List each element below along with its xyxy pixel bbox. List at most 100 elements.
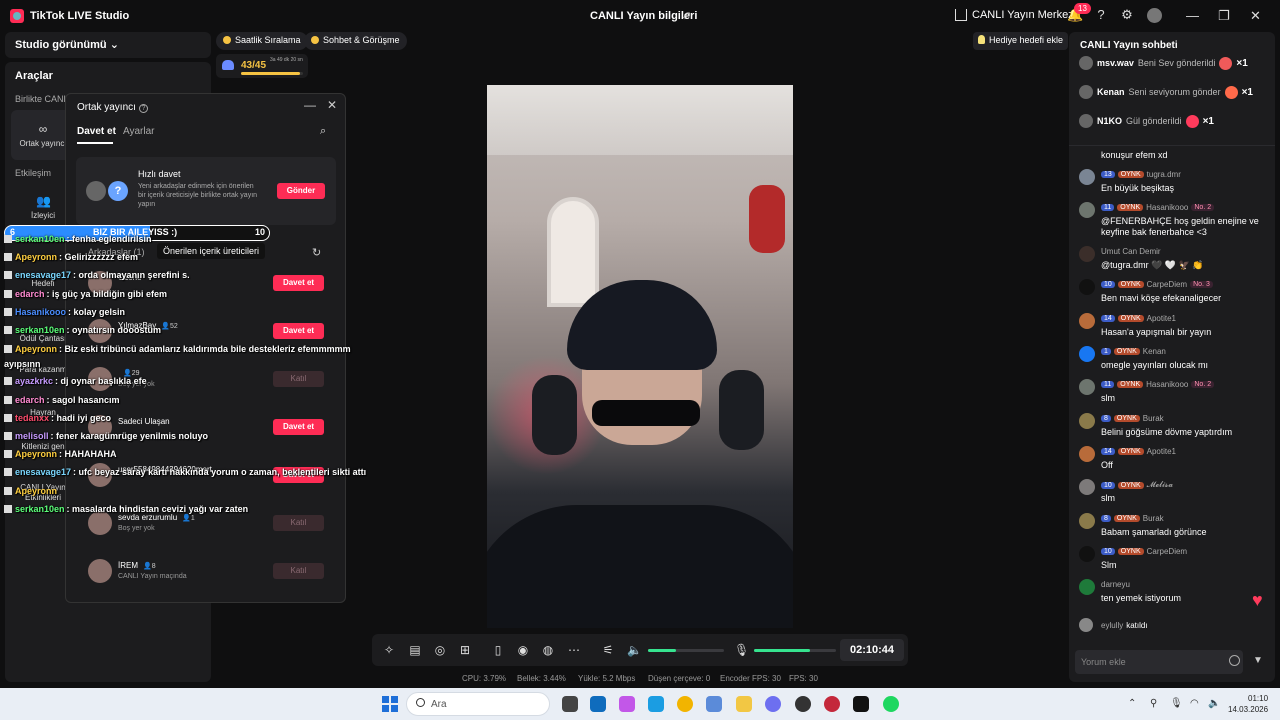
- outlook-icon[interactable]: [590, 696, 606, 712]
- media-app-icon[interactable]: [824, 696, 840, 712]
- task-view-icon[interactable]: [562, 696, 578, 712]
- gift-goal-button[interactable]: Hediye hedefi ekle: [973, 32, 1069, 50]
- microphone-icon[interactable]: 🎙: [734, 643, 749, 657]
- refresh-icon[interactable]: ↻: [312, 246, 321, 259]
- studio-view-dropdown[interactable]: Studio görünümü ⌄: [5, 32, 211, 58]
- live-center-link[interactable]: CANLI Yayın Merkezi: [955, 9, 1076, 21]
- chat-username: CarpeDiem: [1146, 547, 1188, 556]
- emoji-icon[interactable]: [1229, 655, 1240, 666]
- help-icon[interactable]: ?: [138, 104, 148, 113]
- quick-invite-title: Hızlı davet: [138, 169, 181, 179]
- overlay-message: ayıpsınn: [4, 359, 41, 369]
- chrome-icon[interactable]: [677, 696, 693, 712]
- file-explorer-icon[interactable]: [736, 696, 752, 712]
- copilot-icon[interactable]: [619, 696, 635, 712]
- chat-username: Kenan: [1142, 347, 1166, 356]
- edge-icon[interactable]: [648, 696, 664, 712]
- mixer-icon[interactable]: ⚟: [601, 643, 615, 657]
- volume-tray-icon[interactable]: 🔈: [1208, 698, 1220, 709]
- joined-username: eylully: [1101, 621, 1124, 630]
- more-icon[interactable]: ⋯: [567, 643, 581, 657]
- system-clock[interactable]: 01:10 14.03.2026: [1228, 693, 1268, 715]
- magic-wand-icon[interactable]: ✧: [382, 643, 396, 657]
- hourly-ranking-pill[interactable]: Saatlik Sıralama: [216, 32, 308, 50]
- live-video-preview[interactable]: [487, 85, 793, 628]
- settings-app-icon[interactable]: [706, 696, 722, 712]
- share-icon[interactable]: ⇗: [682, 9, 694, 22]
- gift-bag-tool[interactable]: Ödül Çantası: [13, 334, 73, 343]
- gift-row: N1KO Gül gönderildi ×1: [1079, 112, 1214, 130]
- help-icon[interactable]: ?: [1094, 8, 1108, 22]
- effects-icon[interactable]: ◎: [433, 643, 447, 657]
- layout-icon[interactable]: ▤: [408, 643, 422, 657]
- goal-widget[interactable]: 43/45 3a 49 dk 20 sn: [216, 54, 308, 78]
- invite-button[interactable]: Davet et: [273, 419, 324, 435]
- popup-close-icon[interactable]: ✕: [327, 98, 337, 112]
- chat-divider: [1069, 145, 1275, 146]
- overlay-message: : dj oynar başlıkla efe: [55, 376, 147, 386]
- gift-count: ×1: [1236, 57, 1248, 69]
- level-badge: 11: [1101, 204, 1115, 211]
- badge-icon: [4, 468, 12, 476]
- overlay-chat-line: melisoll: fener karagümrüge yenilmis nol…: [4, 431, 208, 441]
- discord-icon[interactable]: [765, 696, 781, 712]
- windows-start-icon[interactable]: [382, 696, 398, 712]
- phone-icon[interactable]: ▯: [491, 643, 505, 657]
- tab-invite[interactable]: Davet et: [77, 126, 116, 137]
- record-icon[interactable]: ◉: [516, 643, 530, 657]
- close-icon[interactable]: ✕: [1250, 8, 1261, 24]
- add-source-icon[interactable]: ⊞: [458, 643, 472, 657]
- gift-count: ×1: [1202, 115, 1214, 127]
- spotify-icon[interactable]: [883, 696, 899, 712]
- list-item-name: Sadeci Ulaşan: [118, 417, 170, 426]
- goal-value: 43/45: [241, 60, 267, 71]
- video-boxing-glove: [749, 185, 785, 253]
- chat-username: tugra.dmr: [1146, 170, 1181, 179]
- dropped-frames-stat: Düşen çerçeve: 0: [648, 674, 711, 683]
- mic-volume-slider[interactable]: [754, 649, 836, 652]
- join-button[interactable]: Katıl: [273, 563, 324, 579]
- chat-username: 𝓜𝓮𝓵𝓲𝓼𝓪: [1146, 480, 1174, 489]
- comment-input[interactable]: Yorum ekle: [1075, 650, 1243, 674]
- overlay-chat-line: serkan10en: oynatırsın dooostum: [4, 325, 161, 335]
- invite-button[interactable]: Davet et: [273, 323, 324, 339]
- wifi-icon[interactable]: ◠: [1190, 698, 1199, 709]
- taskbar-search[interactable]: Ara: [406, 692, 550, 716]
- overlay-username: tedanxx: [15, 413, 50, 423]
- gift-icon: [1185, 114, 1199, 128]
- microphone-tray-icon[interactable]: 🎙: [1170, 698, 1183, 709]
- gift-text: Gül gönderildi: [1126, 116, 1182, 126]
- chat-username: Hasanikooo: [1146, 380, 1189, 389]
- search-icon[interactable]: ⌕: [320, 125, 326, 138]
- profile-avatar[interactable]: [1147, 8, 1162, 23]
- send-button[interactable]: Gönder: [277, 183, 325, 199]
- badge-icon: [4, 414, 12, 422]
- filter-icon[interactable]: ▼: [1253, 655, 1263, 666]
- overlay-message: : fenha eglendirilsin: [66, 234, 152, 244]
- obs-icon[interactable]: [795, 696, 811, 712]
- minimize-icon[interactable]: —: [1186, 8, 1199, 23]
- badge-icon: [4, 396, 12, 404]
- goal-tool[interactable]: Hedefi: [13, 279, 73, 288]
- network-icon[interactable]: ⚲: [1150, 698, 1157, 709]
- speaker-icon[interactable]: 🔈: [627, 643, 642, 657]
- chat-meta: 14 OYNK Apotite1: [1101, 314, 1176, 323]
- gear-icon[interactable]: ⚙: [1120, 8, 1134, 22]
- viewers-tool[interactable]: 👥 İzleyici: [13, 194, 73, 220]
- follower-count: 👤52: [161, 322, 178, 330]
- camera-icon[interactable]: ◍: [541, 643, 555, 657]
- tiktok-app-icon[interactable]: [853, 696, 869, 712]
- tab-settings[interactable]: Ayarlar: [123, 126, 155, 137]
- overlay-message: : masalarda hindistan cevizi yağı var za…: [66, 504, 249, 514]
- invite-button[interactable]: Davet et: [273, 275, 324, 291]
- join-button[interactable]: Katıl: [273, 515, 324, 531]
- maximize-icon[interactable]: ❐: [1218, 8, 1230, 24]
- follower-count-value: 8: [151, 562, 156, 570]
- chat-meet-pill[interactable]: Sohbet & Görüşme: [304, 32, 407, 50]
- popup-minimize-icon[interactable]: —: [304, 98, 316, 112]
- speaker-volume-slider[interactable]: [648, 649, 724, 652]
- avatar: [1079, 618, 1093, 632]
- chevron-up-icon[interactable]: ⌃: [1128, 698, 1136, 709]
- join-button[interactable]: Katıl: [273, 371, 324, 387]
- gift-icon: [1224, 85, 1238, 99]
